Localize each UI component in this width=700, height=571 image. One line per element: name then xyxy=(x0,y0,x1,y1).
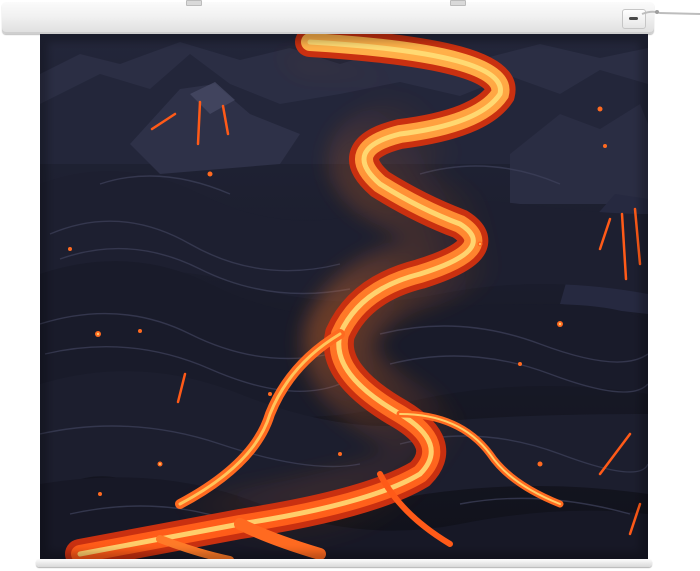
projector-screen xyxy=(0,0,700,571)
projected-image xyxy=(40,34,648,560)
screen-bottom-weight-bar xyxy=(36,559,652,567)
lava-landscape xyxy=(40,34,648,560)
